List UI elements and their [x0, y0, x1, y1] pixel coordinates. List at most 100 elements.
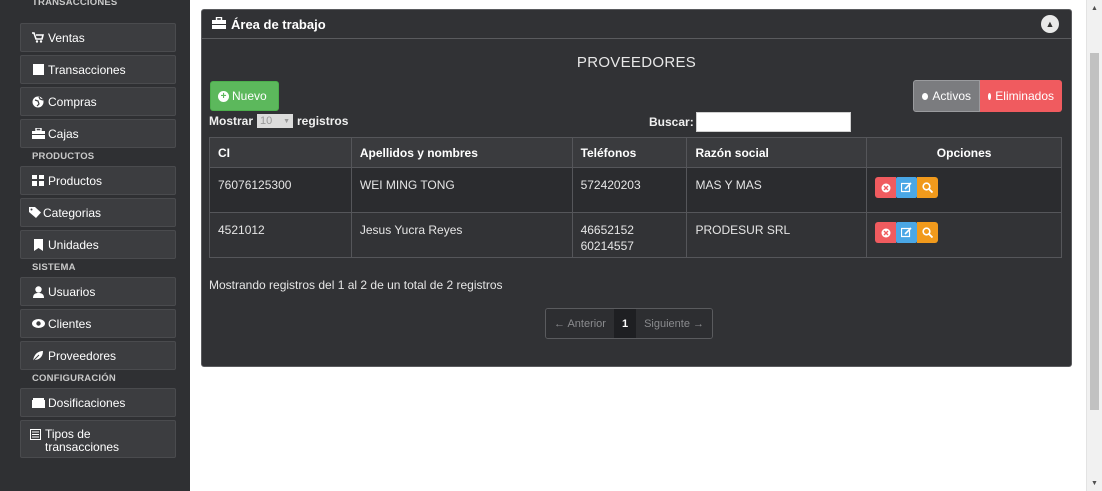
new-button[interactable]: + Nuevo — [210, 81, 279, 111]
sidebar-item-compras[interactable]: Compras — [20, 87, 176, 116]
phone-value: 60214557 — [580, 239, 634, 253]
cell-company: PRODESUR SRL — [686, 212, 868, 258]
sidebar-item-unidades[interactable]: Unidades — [20, 230, 176, 259]
panel-title: Área de trabajo — [231, 16, 326, 32]
cubes-icon — [31, 175, 45, 186]
sidebar-item-label: Clientes — [48, 316, 92, 331]
sidebar-item-label: Categorias — [43, 205, 102, 220]
tags-icon — [29, 207, 43, 218]
cell-options — [866, 212, 1062, 258]
eye-icon — [31, 319, 45, 328]
work-area-panel: Área de trabajo ▲ PROVEEDORES + Nuevo Ac… — [201, 9, 1072, 367]
sidebar-item-label: Unidades — [48, 237, 99, 252]
sidebar-item-usuarios[interactable]: Usuarios — [20, 277, 176, 306]
cart-icon — [31, 32, 45, 43]
column-header-phones[interactable]: Teléfonos — [571, 137, 688, 168]
panel-header: Área de trabajo ▲ — [202, 10, 1071, 39]
section-label-sistema: SISTEMA — [32, 262, 76, 273]
search-icon — [922, 227, 934, 238]
delete-button[interactable] — [875, 177, 897, 198]
page-title: PROVEEDORES — [576, 54, 697, 71]
remove-circle-icon — [881, 183, 891, 192]
square-icon — [31, 64, 45, 75]
cell-phones: 46652152 60214557 — [571, 212, 688, 258]
cell-name: Jesus Yucra Reyes — [350, 212, 573, 258]
length-suffix: registros — [297, 114, 349, 128]
briefcase-icon — [212, 16, 226, 32]
section-label-productos: PRODUCTOS — [32, 151, 95, 162]
phone-value: 572420203 — [580, 178, 641, 192]
chevron-down-icon: ▼ — [283, 117, 291, 125]
table-header-row: CI Apellidos y nombres Teléfonos Razón s… — [209, 137, 1062, 168]
cell-options — [866, 167, 1062, 213]
sidebar-item-transacciones[interactable]: Transacciones — [20, 55, 176, 84]
sidebar-item-label: Proveedores — [48, 348, 117, 363]
section-label-transacciones: TRANSACCIONES — [32, 0, 118, 8]
sidebar-item-label: Ventas — [48, 30, 85, 45]
search-input[interactable] — [695, 112, 851, 132]
edit-icon — [901, 227, 912, 238]
sidebar-item-proveedores[interactable]: Proveedores — [20, 341, 176, 370]
cell-phones: 572420203 — [571, 167, 688, 213]
search-icon — [922, 182, 934, 193]
inbox-icon — [31, 397, 45, 408]
edit-button[interactable] — [896, 177, 918, 198]
page-1-button[interactable]: 1 — [613, 309, 637, 338]
leaf-icon — [31, 350, 45, 362]
vertical-scrollbar[interactable]: ▲ ▼ — [1086, 0, 1102, 491]
table-info: Mostrando registros del 1 al 2 de un tot… — [209, 278, 503, 292]
list-icon — [28, 429, 42, 440]
new-button-label: Nuevo — [232, 89, 267, 103]
user-icon — [31, 285, 45, 298]
sidebar-item-ventas[interactable]: Ventas — [20, 23, 176, 52]
table-row: 4521012 Jesus Yucra Reyes 46652152 60214… — [209, 212, 1062, 258]
plus-circle-icon: + — [218, 90, 229, 102]
previous-page-button[interactable]: ← Anterior — [546, 309, 614, 338]
active-filter-button[interactable]: Activos — [913, 80, 980, 112]
remove-circle-icon — [881, 228, 891, 237]
sidebar-item-clientes[interactable]: Clientes — [20, 309, 176, 338]
length-prefix: Mostrar — [209, 114, 254, 128]
search-label: Buscar: — [649, 115, 694, 129]
sidebar-item-dosificaciones[interactable]: Dosificaciones — [20, 388, 176, 417]
sidebar: TRANSACCIONES Ventas Transacciones Compr… — [0, 0, 190, 491]
deleted-filter-button[interactable]: Eliminados — [980, 80, 1062, 112]
column-header-company[interactable]: Razón social — [686, 137, 868, 168]
cell-ci: 76076125300 — [209, 167, 352, 213]
active-filter-label: Activos — [932, 89, 971, 103]
cell-company: MAS Y MAS — [686, 167, 868, 213]
sidebar-item-productos[interactable]: Productos — [20, 166, 176, 195]
edit-button[interactable] — [896, 222, 918, 243]
column-header-options: Opciones — [866, 137, 1062, 168]
scrollbar-thumb[interactable] — [1090, 53, 1099, 410]
sidebar-item-tipos-de-transacciones[interactable]: Tipos de transacciones — [20, 420, 176, 458]
radio-icon — [988, 92, 992, 100]
column-header-name[interactable]: Apellidos y nombres — [350, 137, 573, 168]
edit-icon — [901, 182, 912, 193]
next-page-button[interactable]: Siguiente → — [636, 309, 713, 338]
briefcase-icon — [31, 128, 45, 139]
pagination: ← Anterior 1 Siguiente → — [545, 308, 714, 339]
sidebar-item-label: Compras — [48, 94, 97, 109]
sidebar-item-label: Cajas — [48, 126, 79, 141]
sidebar-item-label: Tipos de transacciones — [45, 427, 120, 454]
scroll-up-icon[interactable]: ▲ — [1087, 0, 1102, 16]
sidebar-item-label: Transacciones — [48, 62, 126, 77]
page-length-control: Mostrar 10 ▼ registros — [209, 114, 348, 128]
scroll-down-icon[interactable]: ▼ — [1087, 475, 1102, 491]
providers-table: CI Apellidos y nombres Teléfonos Razón s… — [209, 137, 1062, 258]
bookmark-icon — [31, 238, 45, 251]
sidebar-item-label: Productos — [48, 173, 103, 188]
sidebar-item-label: Dosificaciones — [48, 395, 126, 410]
cell-name: WEI MING TONG — [350, 167, 573, 213]
delete-button[interactable] — [875, 222, 897, 243]
view-button[interactable] — [917, 177, 939, 198]
page-length-select[interactable]: 10 ▼ — [257, 114, 294, 128]
cell-ci: 4521012 — [209, 212, 352, 258]
collapse-button[interactable]: ▲ — [1041, 15, 1059, 33]
column-header-ci[interactable]: CI — [209, 137, 352, 168]
deleted-filter-label: Eliminados — [995, 89, 1054, 103]
sidebar-item-cajas[interactable]: Cajas — [20, 119, 176, 148]
view-button[interactable] — [917, 222, 939, 243]
sidebar-item-categorias[interactable]: Categorias — [20, 198, 176, 227]
